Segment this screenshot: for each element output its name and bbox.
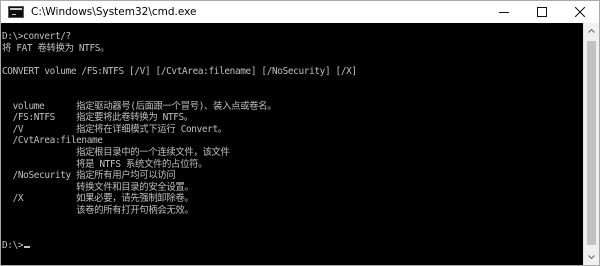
close-button[interactable] bbox=[561, 1, 599, 23]
console-line: 将 FAT 卷转换为 NTFS。 bbox=[2, 42, 110, 54]
minimize-button[interactable] bbox=[485, 1, 523, 23]
console-icon[interactable] bbox=[8, 6, 24, 18]
console-line: /NoSecurity 指定所有用户均可以访问 bbox=[2, 170, 176, 182]
window-controls bbox=[485, 1, 599, 23]
scroll-thumb[interactable] bbox=[587, 41, 596, 245]
scroll-down-arrow-icon bbox=[588, 255, 595, 259]
console-line: 指定根目录中的一个连续文件，该文件 bbox=[2, 146, 230, 158]
maximize-button[interactable] bbox=[523, 1, 561, 23]
console-line: /X 如果必要，请先强制卸除卷。 bbox=[2, 193, 194, 205]
window-title: C:\Windows\System32\cmd.exe bbox=[31, 6, 197, 18]
scroll-down-button[interactable] bbox=[584, 249, 599, 265]
title-bar[interactable]: C:\Windows\System32\cmd.exe bbox=[1, 1, 599, 23]
scroll-up-arrow-icon bbox=[588, 29, 595, 33]
console-line: D:\>convert/? bbox=[2, 31, 71, 42]
console-line: 将是 NTFS 系统文件的占位符。 bbox=[2, 158, 208, 170]
close-icon bbox=[575, 7, 585, 17]
console-line: /FS:NTFS 指定要将此卷转换为 NTFS。 bbox=[2, 112, 194, 124]
console-line: 转换文件和目录的安全设置。 bbox=[2, 181, 194, 193]
console-line: /CvtArea:filename bbox=[2, 135, 103, 147]
maximize-icon bbox=[537, 7, 547, 17]
text-cursor bbox=[24, 245, 31, 248]
command-prompt: D:\> bbox=[2, 239, 24, 251]
console-lines: D:\>convert/? 将 FAT 卷转换为 NTFS。 CONVERT v… bbox=[2, 31, 357, 216]
minimize-icon bbox=[499, 12, 509, 13]
console-line: 该卷的所有打开句柄会无效。 bbox=[2, 204, 194, 216]
console-output: D:\>convert/? 将 FAT 卷转换为 NTFS。 CONVERT v… bbox=[1, 23, 583, 251]
vertical-scrollbar[interactable] bbox=[583, 23, 599, 265]
console-line: volume 指定驱动器号(后面跟一个冒号)、装入点或卷名。 bbox=[2, 100, 277, 112]
console-output-area[interactable]: D:\>convert/? 将 FAT 卷转换为 NTFS。 CONVERT v… bbox=[1, 23, 583, 265]
console-line: CONVERT volume /FS:NTFS [/V] [/CvtArea:f… bbox=[2, 65, 357, 77]
cmd-window: C:\Windows\System32\cmd.exe D:\>convert/… bbox=[0, 0, 600, 266]
scroll-up-button[interactable] bbox=[584, 23, 599, 39]
console-line: /V 指定将在详细模式下运行 Convert。 bbox=[2, 123, 228, 135]
